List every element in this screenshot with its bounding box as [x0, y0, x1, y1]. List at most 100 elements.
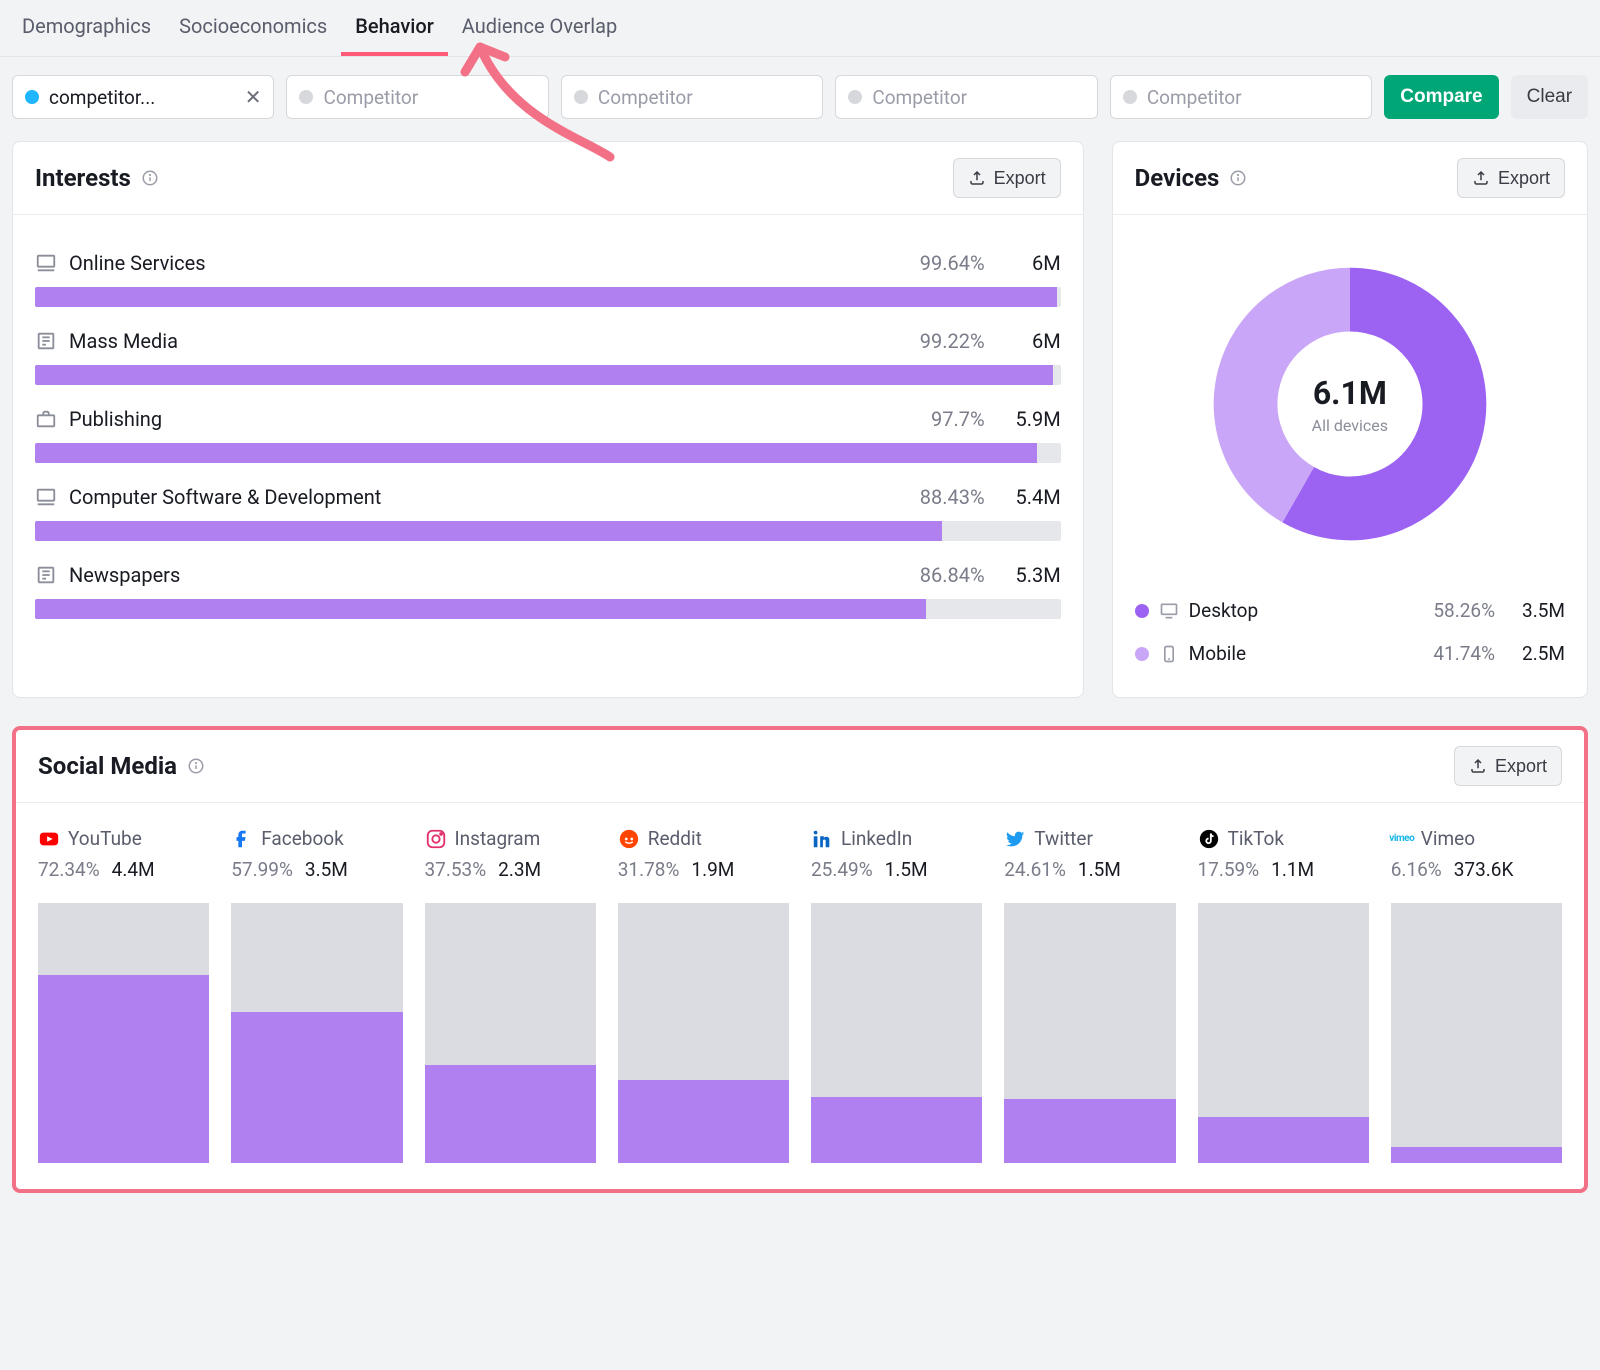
devices-card: Devices Export 6.1M All devices Desktop 5…	[1112, 141, 1588, 698]
interest-bar	[35, 599, 1061, 619]
category-icon	[35, 252, 57, 274]
tiktok-icon	[1198, 828, 1220, 850]
competitor-input-1[interactable]: competitor... ✕	[12, 75, 274, 119]
platform-name: Twitter	[1034, 827, 1093, 850]
platform-value: 2.3M	[498, 858, 541, 881]
interest-value: 5.3M	[997, 563, 1061, 587]
interest-value: 6M	[997, 251, 1061, 275]
interest-bar	[35, 443, 1061, 463]
platform-percent: 31.78%	[618, 858, 680, 881]
competitor-input-2[interactable]: Competitor	[286, 75, 548, 119]
devices-total: 6.1M	[1312, 374, 1388, 412]
tab-demographics[interactable]: Demographics	[8, 0, 165, 56]
platform-bar	[1198, 903, 1369, 1163]
platform-value: 1.5M	[885, 858, 928, 881]
desktop-icon	[1159, 601, 1179, 621]
interest-row: Publishing97.7%5.9M	[35, 407, 1061, 463]
legend-swatch	[1135, 647, 1149, 661]
export-label: Export	[994, 168, 1046, 189]
tab-audience-overlap[interactable]: Audience Overlap	[448, 0, 631, 56]
platform-bar	[1391, 903, 1562, 1163]
device-percent: 58.26%	[1395, 599, 1495, 622]
social-platform-youtube: YouTube 72.34% 4.4M	[38, 811, 209, 1163]
platform-value: 3.5M	[305, 858, 348, 881]
interest-value: 5.4M	[997, 485, 1061, 509]
competitor-input-4[interactable]: Competitor	[835, 75, 1097, 119]
export-interests-button[interactable]: Export	[953, 158, 1061, 198]
interest-bar	[35, 287, 1061, 307]
devices-total-label: All devices	[1312, 416, 1388, 435]
platform-percent: 72.34%	[38, 858, 100, 881]
competitor-controls: competitor... ✕ Competitor Competitor Co…	[0, 57, 1600, 141]
youtube-icon	[38, 828, 60, 850]
category-icon	[35, 408, 57, 430]
platform-name: TikTok	[1228, 827, 1284, 850]
social-platform-facebook: Facebook 57.99% 3.5M	[231, 811, 402, 1163]
device-value: 3.5M	[1505, 599, 1565, 622]
competitor-dot-icon	[1123, 90, 1137, 104]
legend-swatch	[1135, 604, 1149, 618]
social-platform-linkedin: LinkedIn 25.49% 1.5M	[811, 811, 982, 1163]
info-icon[interactable]	[141, 169, 159, 187]
interest-name: Computer Software & Development	[69, 485, 863, 509]
social-platform-tiktok: TikTok17.59%1.1M	[1198, 811, 1369, 1163]
devices-title: Devices	[1135, 164, 1220, 192]
platform-value: 4.4M	[112, 858, 155, 881]
compare-button[interactable]: Compare	[1384, 75, 1498, 119]
platform-bar	[425, 903, 596, 1163]
platform-name: Vimeo	[1421, 827, 1475, 850]
platform-name: LinkedIn	[841, 827, 912, 850]
export-label: Export	[1498, 168, 1550, 189]
platform-bar	[618, 903, 789, 1163]
tab-socioeconomics[interactable]: Socioeconomics	[165, 0, 341, 56]
platform-name: YouTube	[68, 827, 142, 850]
interest-percent: 86.84%	[875, 563, 985, 587]
platform-name: Reddit	[648, 827, 702, 850]
instagram-icon	[425, 828, 447, 850]
platform-bar	[231, 903, 402, 1163]
export-label: Export	[1495, 756, 1547, 777]
platform-percent: 6.16%	[1391, 858, 1442, 881]
interest-row: Mass Media99.22%6M	[35, 329, 1061, 385]
platform-bar	[811, 903, 982, 1163]
device-legend-row: Mobile41.74%2.5M	[1135, 632, 1565, 675]
platform-name: Facebook	[261, 827, 344, 850]
interest-bar	[35, 521, 1061, 541]
interest-name: Newspapers	[69, 563, 863, 587]
platform-bar	[1004, 903, 1175, 1163]
tab-behavior[interactable]: Behavior	[341, 0, 448, 56]
competitor-placeholder: Competitor	[598, 86, 693, 109]
interest-percent: 99.64%	[875, 251, 985, 275]
interest-value: 5.9M	[997, 407, 1061, 431]
category-icon	[35, 564, 57, 586]
interest-name: Mass Media	[69, 329, 863, 353]
competitor-placeholder: Competitor	[323, 86, 418, 109]
competitor-placeholder: Competitor	[872, 86, 967, 109]
competitor-1-label: competitor...	[49, 86, 155, 109]
interest-bar	[35, 365, 1061, 385]
info-icon[interactable]	[1229, 169, 1247, 187]
info-icon[interactable]	[187, 757, 205, 775]
social-title: Social Media	[38, 752, 177, 780]
interests-card: Interests Export Online Services99.64%6M…	[12, 141, 1084, 698]
export-devices-button[interactable]: Export	[1457, 158, 1565, 198]
interest-percent: 88.43%	[875, 485, 985, 509]
interest-row: Online Services99.64%6M	[35, 251, 1061, 307]
platform-value: 1.1M	[1271, 858, 1314, 881]
clear-competitor-icon[interactable]: ✕	[245, 85, 262, 109]
clear-button[interactable]: Clear	[1511, 75, 1588, 119]
tabs-nav: DemographicsSocioeconomicsBehaviorAudien…	[0, 0, 1600, 57]
facebook-icon	[231, 828, 253, 850]
social-platform-instagram: Instagram37.53%2.3M	[425, 811, 596, 1163]
platform-percent: 37.53%	[425, 858, 487, 881]
platform-value: 373.6K	[1454, 858, 1514, 881]
competitor-input-3[interactable]: Competitor	[561, 75, 823, 119]
interest-row: Newspapers 86.84% 5.3M	[35, 563, 1061, 619]
platform-percent: 57.99%	[231, 858, 293, 881]
device-name: Desktop	[1189, 599, 1385, 622]
export-social-button[interactable]: Export	[1454, 746, 1562, 786]
interest-percent: 99.22%	[875, 329, 985, 353]
vimeo-icon: vimeo	[1391, 828, 1413, 850]
platform-percent: 25.49%	[811, 858, 873, 881]
competitor-input-5[interactable]: Competitor	[1110, 75, 1372, 119]
